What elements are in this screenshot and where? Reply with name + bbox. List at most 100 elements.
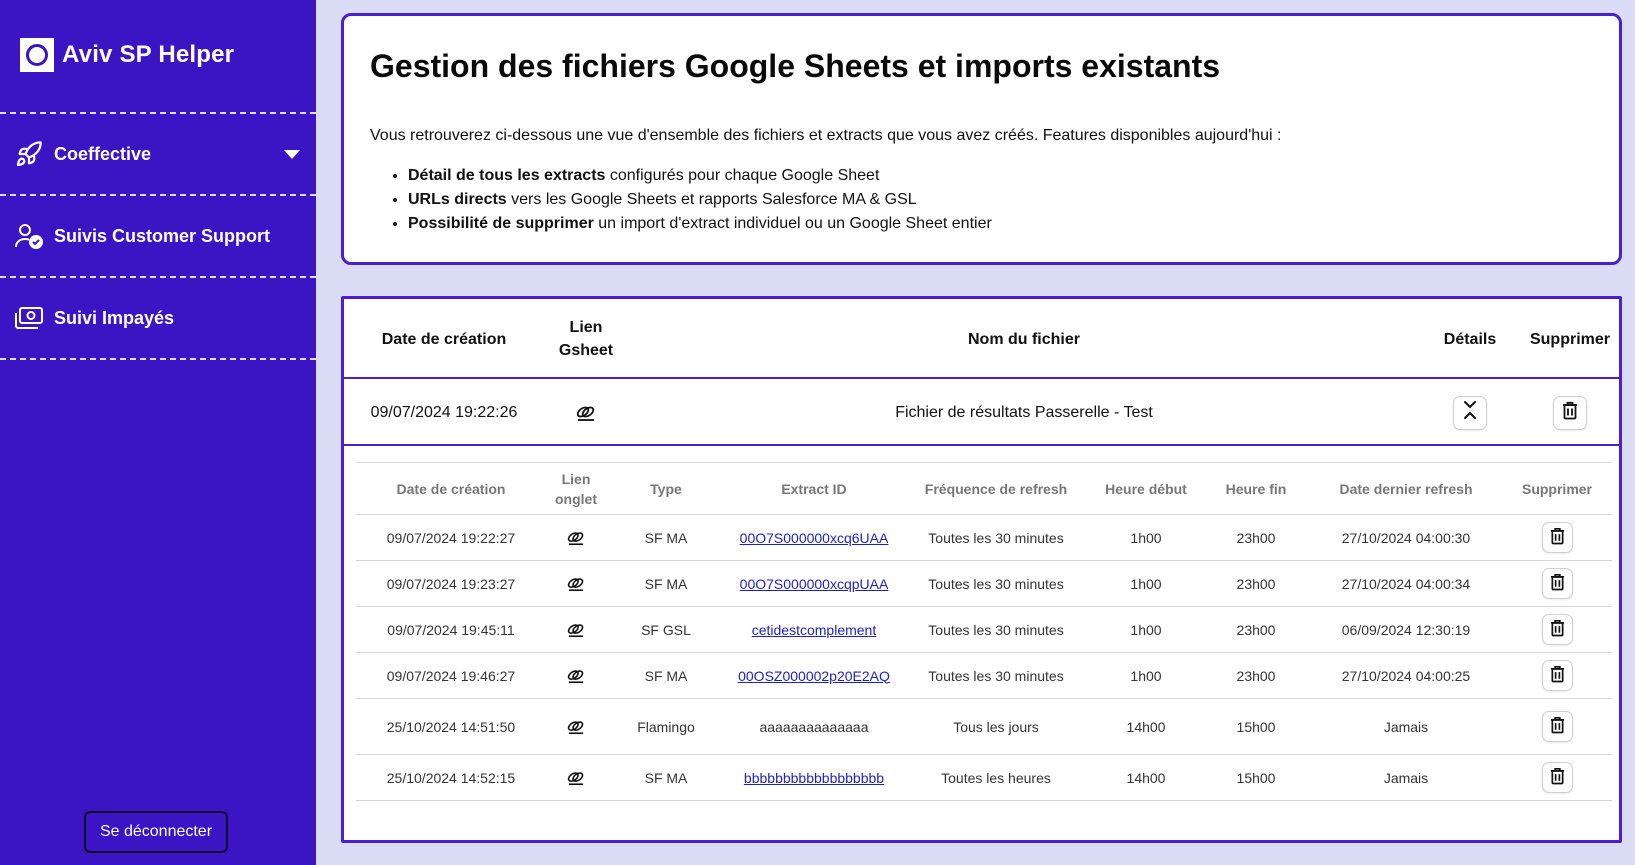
- trash-icon: [1562, 401, 1578, 425]
- header-lien: Lien Gsheet: [558, 319, 614, 359]
- extracts-rows: 09/07/2024 19:22:27 SF MA 00O7S000000xcq6U…: [356, 515, 1612, 801]
- extract-id-cell: 00O7S000000xcq6UAA: [726, 515, 902, 560]
- delete-extract-cell: [1502, 653, 1612, 698]
- extract-id-link[interactable]: 00O7S000000xcqpUAA: [740, 576, 889, 592]
- trash-icon: [1550, 665, 1565, 686]
- extract-id-link[interactable]: 00OSZ000002p20E2AQ: [738, 668, 890, 684]
- extract-last-refresh: 06/09/2024 12:30:19: [1341, 621, 1471, 638]
- sub-header-dernier: Date dernier refresh: [1339, 481, 1473, 497]
- delete-extract-button[interactable]: [1541, 660, 1573, 691]
- extract-id-link[interactable]: cetidestcomplement: [752, 622, 877, 638]
- extract-date: 25/10/2024 14:51:50: [386, 718, 516, 735]
- sub-header-fin: Heure fin: [1225, 481, 1287, 497]
- tab-link-cell: [546, 653, 606, 698]
- extract-type: SF MA: [644, 769, 688, 786]
- sidebar-item-impayes[interactable]: Suivi Impayés: [0, 276, 316, 358]
- extract-end: 23h00: [1236, 667, 1276, 684]
- extract-type: SF MA: [644, 529, 688, 546]
- extract-row: 09/07/2024 19:46:27 SF MA 00OSZ000002p20E2…: [356, 653, 1612, 699]
- extract-start: 1h00: [1130, 575, 1162, 592]
- extract-start: 1h00: [1130, 621, 1162, 638]
- sub-header-debut: Heure début: [1105, 481, 1187, 497]
- details-cell: [1420, 379, 1520, 446]
- brand[interactable]: Aviv SP Helper: [20, 38, 234, 72]
- sub-header-freq: Fréquence de refresh: [924, 481, 1068, 497]
- sidebar-item-customer-support[interactable]: Suivis Customer Support: [0, 194, 316, 276]
- brand-title: Aviv SP Helper: [62, 41, 235, 68]
- tab-link-cell: [546, 607, 606, 652]
- extract-date: 25/10/2024 14:52:15: [386, 769, 516, 786]
- extract-row: 09/07/2024 19:23:27 SF MA 00O7S000000xcqpU…: [356, 561, 1612, 607]
- link-icon[interactable]: [566, 576, 586, 592]
- sub-header-extract: Extract ID: [781, 481, 847, 497]
- delete-extract-button[interactable]: [1541, 568, 1573, 599]
- sidebar: Aviv SP Helper Coeffective Suivis Custom…: [0, 0, 316, 865]
- extract-frequency: Toutes les 30 minutes: [928, 621, 1064, 638]
- link-icon[interactable]: [575, 404, 597, 422]
- tab-link-cell: [546, 755, 606, 800]
- file-name: Fichier de résultats Passerelle - Test: [895, 403, 1153, 421]
- delete-extract-button[interactable]: [1541, 711, 1573, 742]
- header-date: Date de création: [381, 330, 507, 348]
- extract-id-link[interactable]: bbbbbbbbbbbbbbbbbb: [744, 770, 884, 786]
- sidebar-item-coeffective[interactable]: Coeffective: [0, 112, 316, 194]
- extract-date: 09/07/2024 19:46:27: [386, 667, 516, 684]
- feature-item: URLs directs vers les Google Sheets et r…: [408, 190, 992, 209]
- extract-id-cell: 00O7S000000xcqpUAA: [726, 561, 902, 606]
- extract-frequency: Toutes les 30 minutes: [928, 667, 1064, 684]
- logout-button[interactable]: Se déconnecter: [84, 811, 228, 853]
- sidebar-item-label: Suivi Impayés: [54, 307, 175, 328]
- extract-end: 15h00: [1236, 769, 1276, 786]
- extract-row: 09/07/2024 19:22:27 SF MA 00O7S000000xcq6U…: [356, 515, 1612, 561]
- delete-extract-button[interactable]: [1541, 522, 1573, 553]
- delete-extract-button[interactable]: [1541, 762, 1573, 793]
- extract-row: 25/10/2024 14:52:15 SF MA bbbbbbbbbbbbbbbb…: [356, 755, 1612, 801]
- extract-last-refresh: 27/10/2024 04:00:25: [1341, 667, 1471, 684]
- extract-type: SF GSL: [641, 621, 691, 638]
- extracts-table-header: Date de création Lien onglet Type Extrac…: [356, 463, 1612, 515]
- extract-frequency: Tous les jours: [953, 718, 1039, 735]
- delete-extract-cell: [1502, 515, 1612, 560]
- link-icon[interactable]: [566, 770, 586, 786]
- gsheet-link[interactable]: [544, 379, 628, 446]
- tab-link-cell: [546, 699, 606, 754]
- sub-header-type: Type: [650, 481, 682, 497]
- sub-header-lien: Lien onglet: [555, 471, 597, 507]
- sub-header-supprimer: Supprimer: [1521, 481, 1592, 497]
- extract-start: 1h00: [1130, 667, 1162, 684]
- header-nom: Nom du fichier: [967, 330, 1080, 348]
- intro-card: Gestion des fichiers Google Sheets et im…: [341, 13, 1622, 265]
- link-icon[interactable]: [566, 530, 586, 546]
- link-icon[interactable]: [566, 622, 586, 638]
- extract-type: Flamingo: [637, 718, 695, 735]
- extract-id-cell: aaaaaaaaaaaaaa: [726, 699, 902, 754]
- files-table-card: Date de création Lien Gsheet Nom du fich…: [341, 296, 1622, 843]
- extract-date: 09/07/2024 19:22:27: [386, 529, 516, 546]
- tab-link-cell: [546, 515, 606, 560]
- extract-id-cell: bbbbbbbbbbbbbbbbbb: [726, 755, 902, 800]
- extract-start: 1h00: [1130, 529, 1162, 546]
- money-icon: [14, 303, 44, 333]
- link-icon[interactable]: [566, 719, 586, 735]
- extract-id-link[interactable]: 00O7S000000xcq6UAA: [740, 530, 889, 546]
- extract-id: aaaaaaaaaaaaaa: [759, 718, 869, 735]
- extract-date: 09/07/2024 19:45:11: [387, 621, 515, 638]
- header-supprimer: Supprimer: [1529, 330, 1610, 348]
- extract-type: SF MA: [644, 575, 688, 592]
- chevron-down-icon[interactable]: [284, 150, 300, 159]
- extract-row: 09/07/2024 19:45:11 SF GSL cetidestcomplem…: [356, 607, 1612, 653]
- delete-extract-button[interactable]: [1541, 614, 1573, 645]
- files-table-header: Date de création Lien Gsheet Nom du fich…: [344, 299, 1619, 379]
- file-row: 09/07/2024 19:22:26 Fichier de résultats…: [344, 379, 1619, 446]
- extract-end: 23h00: [1236, 575, 1276, 592]
- trash-icon: [1550, 716, 1565, 737]
- details-button[interactable]: [1453, 395, 1487, 430]
- extract-end: 23h00: [1236, 529, 1276, 546]
- features-list: Détail de tous les extracts configurés p…: [408, 166, 992, 238]
- sidebar-item-label: Coeffective: [54, 143, 152, 164]
- link-icon[interactable]: [566, 668, 586, 684]
- extract-start: 14h00: [1126, 769, 1166, 786]
- rocket-icon: [14, 139, 44, 169]
- delete-file-button[interactable]: [1553, 395, 1587, 430]
- extract-frequency: Toutes les heures: [941, 769, 1051, 786]
